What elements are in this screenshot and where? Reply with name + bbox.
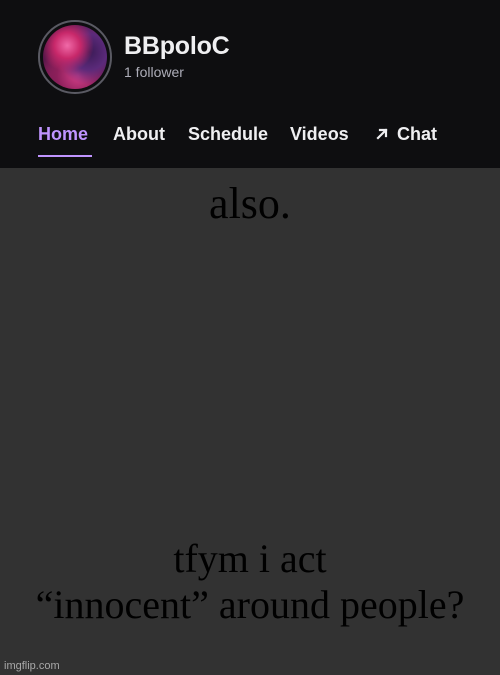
- follower-count: 1 follower: [124, 64, 184, 80]
- tab-home-label: Home: [38, 124, 89, 144]
- channel-header: BBpoloC 1 follower Home About Schedule V…: [0, 0, 500, 168]
- caption-bottom-line2: “innocent” around people?: [35, 582, 465, 627]
- tab-schedule-label: Schedule: [188, 124, 269, 144]
- tab-chat-label: Chat: [397, 124, 437, 144]
- tab-home[interactable]: Home: [38, 125, 88, 143]
- avatar-image: [43, 25, 107, 89]
- caption-bottom-line1: tfym i act: [173, 536, 327, 581]
- tab-about-label: About: [113, 124, 165, 144]
- tab-videos-label: Videos: [290, 124, 349, 144]
- channel-name[interactable]: BBpoloC: [124, 34, 230, 59]
- watermark: imgflip.com: [4, 660, 60, 672]
- popout-arrow-icon: [376, 128, 388, 140]
- tab-chat[interactable]: Chat: [375, 125, 437, 143]
- avatar[interactable]: [38, 20, 112, 94]
- caption-bottom: tfym i act “innocent” around people?: [0, 536, 500, 628]
- tab-schedule[interactable]: Schedule: [188, 125, 268, 143]
- tab-about[interactable]: About: [113, 125, 165, 143]
- active-tab-indicator: [38, 155, 92, 157]
- caption-top: also.: [209, 179, 291, 228]
- tab-videos[interactable]: Videos: [290, 125, 349, 143]
